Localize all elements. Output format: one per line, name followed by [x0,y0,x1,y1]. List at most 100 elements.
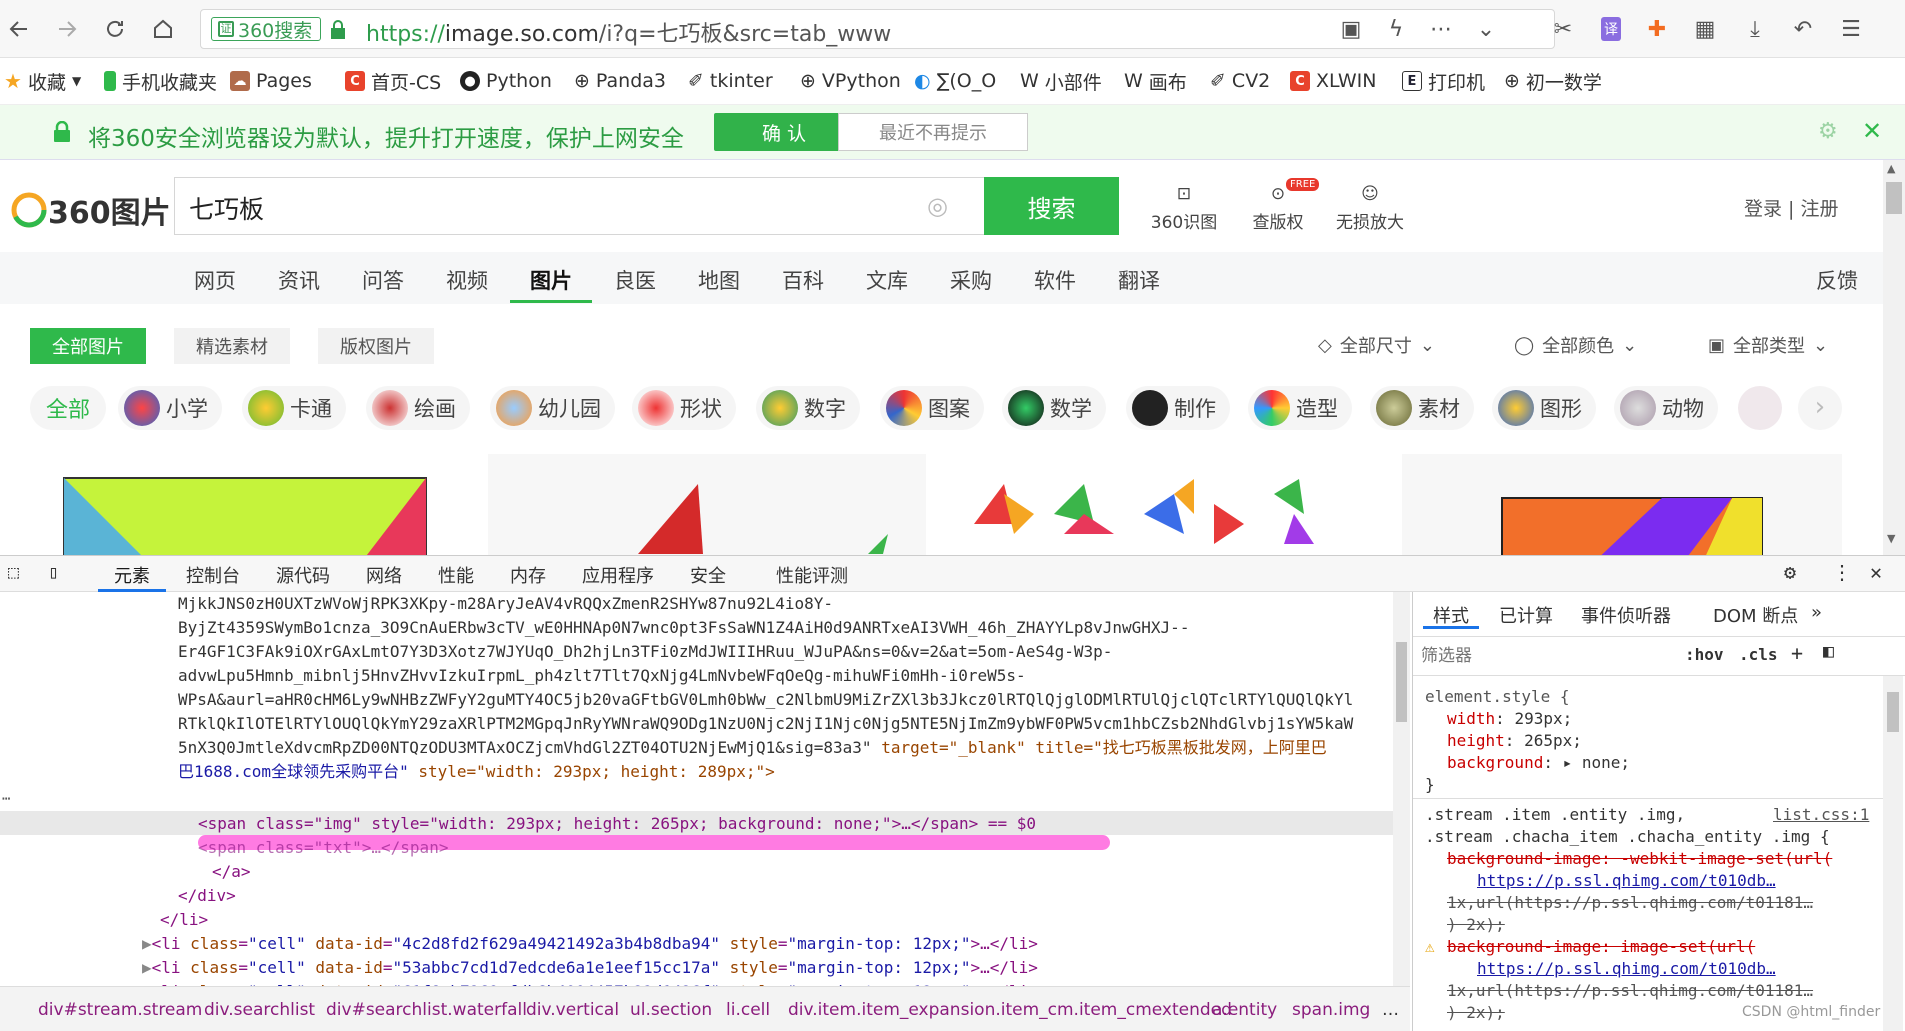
dont-remind-button[interactable]: 最近不再提示 [838,113,1028,151]
register-link[interactable]: 注册 [1801,198,1839,220]
bookmark-canvas[interactable]: W 画布 [1124,66,1187,96]
dom-node[interactable]: </li> [160,908,208,931]
style-prop[interactable]: width: 293px; [1447,708,1572,730]
download-icon[interactable]: ⤓ [1740,14,1770,44]
bookmark-mobile[interactable]: 手机收藏夹 [104,66,217,96]
game-icon[interactable]: ✚ [1642,14,1672,44]
chip-primary[interactable]: 小学 [118,386,222,430]
tab-featured[interactable]: 精选素材 [174,328,290,364]
chip-model[interactable]: 造型 [1248,386,1352,430]
tab-all-images[interactable]: 全部图片 [30,328,146,364]
bookmark-xlwin[interactable]: C XLWIN [1290,66,1376,96]
style-url[interactable]: https://p.ssl.qhimg.com/t010db… [1477,958,1776,980]
home-button[interactable] [146,12,180,46]
nav-library[interactable]: 文库 [866,265,908,295]
bookmark-python[interactable]: ● Python [460,66,552,96]
dom-node-li[interactable]: ▶<li class="cell" data-id="4c2d8fd2f629a… [142,932,1038,955]
style-prop[interactable]: background: ▸ none; [1447,752,1630,774]
result-card[interactable] [944,454,1384,555]
result-card[interactable] [30,454,470,555]
tab-performance[interactable]: 性能 [438,562,474,588]
breadcrumb-item[interactable]: div.vertical [526,1000,619,1020]
picture-icon[interactable]: ▣ [1336,14,1366,44]
chip-pattern[interactable]: 图案 [880,386,984,430]
bookmark-sigma[interactable]: ◐ ∑(O_O [914,66,996,96]
nav-map[interactable]: 地图 [698,265,740,295]
tab-application[interactable]: 应用程序 [582,562,654,588]
nav-web[interactable]: 网页 [194,265,236,295]
bookmark-cs[interactable]: C 首页-CS [345,66,441,96]
nav-baike[interactable]: 百科 [782,265,824,295]
device-toolbar-icon[interactable]: ▯ [48,562,59,583]
menu-icon[interactable]: ☰ [1836,14,1866,44]
bookmark-favorites[interactable]: ★ 收藏 ▼ [4,66,81,96]
site-logo[interactable]: 360图片 [10,188,171,232]
dom-node-li[interactable]: ▶<li class="cell" data-id="53abbc7cd1d7e… [142,956,1038,979]
cls-toggle[interactable]: .cls [1739,645,1778,664]
elements-scrollbar[interactable] [1393,592,1410,986]
feedback-link[interactable]: 反馈 [1816,265,1858,295]
size-filter[interactable]: ◇ 全部尺寸 ⌄ [1318,332,1435,358]
nav-doctor[interactable]: 良医 [614,265,656,295]
camera-icon[interactable]: ◎ [927,192,948,220]
breadcrumb-more[interactable]: … [1382,1000,1399,1020]
tabs-overflow[interactable]: » [1811,602,1822,623]
style-prop-overridden[interactable]: background-image: -webkit-image-set(url( [1447,848,1832,870]
bookmark-printer[interactable]: E 打印机 [1402,66,1485,96]
apps-grid-icon[interactable]: ▦ [1690,14,1720,44]
breadcrumb-item[interactable]: span.img [1292,1000,1370,1020]
more-vertical-icon[interactable]: ⋮ [1832,560,1852,584]
more-icon[interactable]: ⋯ [1426,14,1456,44]
inspect-icon[interactable]: ⬚ [8,562,19,583]
address-bar[interactable]: 证 360搜索 https://image.so.com/i?q=七巧板&src… [200,9,1555,49]
bookmark-widgets[interactable]: W 小部件 [1020,66,1102,96]
chip-cartoon[interactable]: 卡通 [242,386,346,430]
bookmark-vpython[interactable]: ⊕ VPython [800,66,901,96]
scroll-down-icon[interactable]: ▼ [1887,532,1895,545]
tab-event-listeners[interactable]: 事件侦听器 [1581,602,1671,628]
tab-sources[interactable]: 源代码 [276,562,330,588]
breadcrumb-item[interactable]: div.item.item_expansion.item_cm.item_cme… [788,1000,1232,1020]
bookmark-tkinter[interactable]: ✐ tkinter [688,66,773,96]
tool-enlarge[interactable]: ☺ 无损放大 [1320,180,1420,233]
chip-all[interactable]: 全部 [30,386,107,430]
style-url[interactable]: 1x,url(https://p.ssl.qhimg.com/t01181… [1447,980,1813,1002]
tab-copyright-images[interactable]: 版权图片 [318,328,434,364]
scrollbar-thumb[interactable] [1396,642,1407,722]
dom-node[interactable]: </a> [212,860,251,883]
chip-painting[interactable]: 绘画 [366,386,470,430]
chip-more-thumb[interactable] [1738,386,1782,430]
tab-memory[interactable]: 内存 [510,562,546,588]
back-button[interactable] [2,12,36,46]
login-link[interactable]: 登录 [1744,198,1782,220]
hov-toggle[interactable]: :hov [1685,645,1724,664]
result-card[interactable] [488,454,926,555]
breadcrumb-item[interactable]: div#stream.stream [38,1000,202,1020]
site-certificate-badge[interactable]: 证 360搜索 [211,17,322,42]
nav-qa[interactable]: 问答 [362,265,404,295]
bookmark-panda3[interactable]: ⊕ Panda3 [574,66,666,96]
style-prop-overridden[interactable]: background-image: image-set(url( [1447,936,1755,958]
rule-source-link[interactable]: list.css:1 [1773,804,1869,826]
scissors-icon[interactable]: ✂ [1548,14,1578,44]
chevron-down-icon[interactable]: ⌄ [1471,14,1501,44]
dom-node[interactable]: </div> [178,884,236,907]
nav-images[interactable]: 图片 [530,265,572,295]
chip-animal[interactable]: 动物 [1614,386,1718,430]
translate-icon[interactable]: 译 [1596,14,1626,44]
nav-news[interactable]: 资讯 [278,265,320,295]
chevron-right-icon[interactable]: › [1798,386,1842,430]
tool-copyright[interactable]: ⊙ 查版权 FREE [1228,178,1328,233]
chip-material[interactable]: 素材 [1370,386,1474,430]
dom-node[interactable]: <span class="txt">…</span> [198,836,448,859]
chip-shape[interactable]: 形状 [632,386,736,430]
styles-scrollbar[interactable] [1883,676,1903,1031]
chip-kindergarten[interactable]: 幼儿园 [490,386,615,430]
bookmark-cv2[interactable]: ✐ CV2 [1210,66,1270,96]
tab-security[interactable]: 安全 [690,562,726,588]
tab-styles[interactable]: 样式 [1433,602,1469,628]
reload-button[interactable] [98,12,132,46]
nav-video[interactable]: 视频 [446,265,488,295]
tab-console[interactable]: 控制台 [186,562,240,588]
close-icon[interactable]: ✕ [1870,560,1882,584]
